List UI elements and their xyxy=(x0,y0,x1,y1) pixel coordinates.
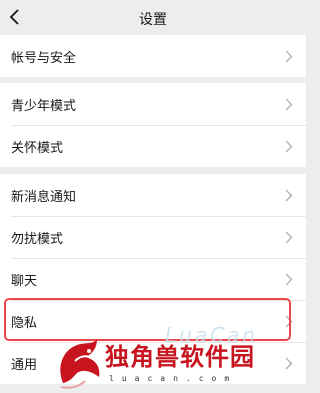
settings-group-modes: 青少年模式 关怀模式 xyxy=(0,83,306,167)
chevron-right-icon xyxy=(285,140,293,153)
settings-item-label: 青少年模式 xyxy=(11,99,77,114)
watermark-name: 独角兽软件园 xyxy=(105,342,255,371)
settings-item-care-mode[interactable]: 关怀模式 xyxy=(0,125,306,167)
settings-group-account: 帐号与安全 xyxy=(0,35,306,77)
settings-item-account-security[interactable]: 帐号与安全 xyxy=(0,35,306,77)
chevron-right-icon xyxy=(285,231,293,244)
watermark: 独角兽软件园 luacan.com xyxy=(55,331,306,393)
settings-item-teen-mode[interactable]: 青少年模式 xyxy=(0,83,306,125)
chevron-right-icon xyxy=(285,50,293,63)
navigation-bar: 设置 xyxy=(0,0,306,35)
settings-item-label: 关怀模式 xyxy=(11,141,64,156)
settings-item-do-not-disturb[interactable]: 勿扰模式 xyxy=(0,216,306,258)
settings-item-chat[interactable]: 聊天 xyxy=(0,258,306,300)
settings-item-label: 通用 xyxy=(11,358,38,373)
unicorn-logo-icon xyxy=(60,339,100,389)
settings-item-label: 聊天 xyxy=(11,274,38,289)
chevron-right-icon xyxy=(285,189,293,202)
page-title: 设置 xyxy=(139,12,167,28)
settings-item-label: 勿扰模式 xyxy=(11,232,64,247)
settings-item-label: 帐号与安全 xyxy=(11,51,77,66)
settings-item-label: 新消息通知 xyxy=(11,190,77,205)
chevron-right-icon xyxy=(285,98,293,111)
settings-item-notifications[interactable]: 新消息通知 xyxy=(0,174,306,216)
chevron-right-icon xyxy=(285,273,293,286)
watermark-url: luacan.com xyxy=(109,374,238,383)
